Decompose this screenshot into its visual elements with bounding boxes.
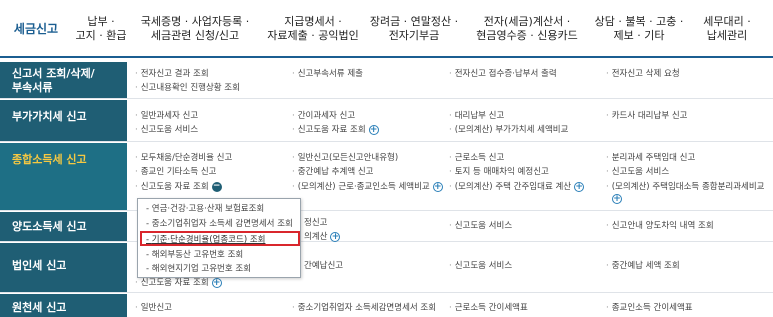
link-corp-help-data[interactable]: 신고도움 자료 조회+ (135, 277, 222, 289)
tab-tax-filing[interactable]: 세금신고 (0, 0, 72, 58)
link-delete-request[interactable]: 전자신고 삭제 요청 (606, 68, 680, 80)
link-label: 신고도움 자료 조회 (140, 182, 209, 192)
link-sim-rental-plus[interactable]: + (612, 193, 622, 205)
link-interim-filing[interactable]: 간예납신고 (304, 260, 343, 272)
link-label: 신고도움 자료 조회 (297, 125, 366, 135)
plus-icon[interactable]: + (612, 193, 622, 204)
link-cg-guide[interactable]: 신고안내 양도차익 내역 조회 (606, 220, 714, 232)
plus-icon[interactable]: + (368, 124, 379, 135)
minus-icon[interactable]: − (211, 181, 222, 192)
link-general-taxpayer[interactable]: 일반과세자 신고 (135, 110, 198, 122)
link-withholding-general[interactable]: 일반신고 (135, 302, 172, 314)
highlight-box (140, 231, 300, 246)
link-e-filing-result[interactable]: 전자신고 결과 조회 (135, 68, 209, 80)
link-earned-income[interactable]: 근로소득 신고 (449, 152, 505, 164)
plus-icon[interactable]: + (330, 231, 341, 242)
link-preliminary-filing[interactable]: 정신고 (304, 217, 327, 229)
link-label: 의계산 (304, 232, 328, 242)
menu-row-capital-gains: 양도소득세 신고 정신고 의계산+ 신고도움 서비스 신고안내 양도차익 내역 … (0, 212, 773, 242)
link-interim-tax-lookup[interactable]: 중간예납 세액 조회 (606, 260, 680, 272)
plus-icon[interactable]: + (574, 181, 585, 192)
tab-payment-refund[interactable]: 납부 · 고지 · 환급 (72, 0, 130, 58)
link-religious-income[interactable]: 종교인 기타소득 신고 (135, 166, 217, 178)
menu-row-vat: 부가가치세 신고 일반과세자 신고 간이과세자 신고 대리납부 신고 카드사 대… (0, 100, 773, 142)
link-card-proxy-payment[interactable]: 카드사 대리납부 신고 (606, 110, 688, 122)
menu-row-income-tax: 종합소득세 신고 모두채움/단순경비율 신고 일반신고(모든신고안내유형) 근로… (0, 143, 773, 211)
category-withholding[interactable]: 원천세 신고 (0, 294, 127, 317)
dropdown-item-sme-exemption[interactable]: 중소기업취업자 소득세 감면명세서 조회 (146, 218, 293, 230)
link-income-help-data[interactable]: 신고도움 자료 조회− (135, 181, 222, 193)
dropdown-item-overseas-company[interactable]: 해외현지기업 고유번호 조회 (146, 263, 251, 275)
link-print-receipt[interactable]: 전자신고 접수증·납부서 출력 (449, 68, 557, 80)
tab-electronic-invoices[interactable]: 전자(세금)계산서 · 현금영수증 · 신용카드 (462, 0, 592, 58)
link-proxy-payment[interactable]: 대리납부 신고 (449, 110, 505, 122)
tab-incentives-year-end[interactable]: 장려금 · 연말정산 · 전자기부금 (366, 0, 462, 58)
link-cg-simulation[interactable]: 의계산 + (304, 231, 341, 243)
link-sim-earned-religious[interactable]: (모의계산) 근로·종교인소득 세액비교+ (292, 181, 443, 193)
link-label: (모의계산) 주택 간주임대료 계산 (454, 182, 572, 192)
dropdown-item-overseas-property[interactable]: 해외부동산 고유번호 조회 (146, 249, 243, 261)
link-sim-deemed-rent[interactable]: (모의계산) 주택 간주임대료 계산+ (449, 181, 585, 193)
link-income-filing-help[interactable]: 신고도움 서비스 (606, 166, 669, 178)
plus-icon[interactable]: + (432, 181, 443, 192)
link-land-sale-profit[interactable]: 토지 등 매매차익 예정신고 (449, 166, 549, 178)
dropdown-item-insurance[interactable]: 연금·건강·고용·산재 보험료조회 (146, 203, 264, 215)
menu-row-withholding: 원천세 신고 일반신고 중소기업취업자 소득세감면명세서 조회 근로소득 간이세… (0, 294, 773, 317)
menu-row-corporate-tax: 법인세 신고 간예납신고 신고도움 서비스 중간예납 세액 조회 신고도움 자료… (0, 243, 773, 293)
tab-certificates-registration[interactable]: 국세증명 · 사업자등록 · 세금관련 신청/신고 (130, 0, 260, 58)
category-capital-gains[interactable]: 양도소득세 신고 (0, 212, 127, 241)
link-filing-help[interactable]: 신고도움 서비스 (135, 124, 198, 136)
category-filing-lookup[interactable]: 신고서 조회/삭제/ 부속서류 (0, 62, 127, 98)
link-vat-simulation[interactable]: (모의계산) 부가가치세 세액비교 (449, 124, 569, 136)
link-earned-income-table[interactable]: 근로소득 간이세액표 (449, 302, 528, 314)
link-filing-help-data[interactable]: 신고도움 자료 조회+ (292, 124, 379, 136)
link-label: 신고도움 자료 조회 (140, 278, 209, 288)
link-corp-filing-help[interactable]: 신고도움 서비스 (449, 260, 512, 272)
link-religious-income-table[interactable]: 종교인소득 간이세액표 (606, 302, 693, 314)
link-submit-attachments[interactable]: 신고부속서류 제출 (292, 68, 363, 80)
category-income-tax[interactable]: 종합소득세 신고 (0, 143, 127, 210)
link-general-filing[interactable]: 일반신고(모든신고안내유형) (292, 152, 398, 164)
link-interim-estimate[interactable]: 중간예납 추계액 신고 (292, 166, 374, 178)
tab-tax-agent[interactable]: 세무대리 · 납세관리 (686, 0, 768, 58)
link-confirmation-status[interactable]: 신고내용확인 진행상황 조회 (135, 82, 240, 94)
menu-row-filing-lookup: 신고서 조회/삭제/ 부속서류 전자신고 결과 조회 신고부속서류 제출 전자신… (0, 62, 773, 99)
tab-payment-statements[interactable]: 지급명세서 · 자료제출 · 공익법인 (260, 0, 366, 58)
top-navigation: 세금신고 납부 · 고지 · 환급 국세증명 · 사업자등록 · 세금관련 신청… (0, 0, 773, 58)
plus-icon[interactable]: + (211, 277, 222, 288)
link-simplified-taxpayer[interactable]: 간이과세자 신고 (292, 110, 355, 122)
link-sim-rental-comparison[interactable]: (모의계산) 주택임대소득 종합분리과세비교 (606, 181, 765, 193)
category-vat[interactable]: 부가가치세 신고 (0, 100, 127, 141)
category-corporate-tax[interactable]: 법인세 신고 (0, 243, 127, 292)
tab-consultation-appeals[interactable]: 상담 · 불복 · 고충 · 제보 · 기타 (592, 0, 686, 58)
link-separate-rental[interactable]: 분리과세 주택임대 신고 (606, 152, 696, 164)
link-label: (모의계산) 근로·종교인소득 세액비교 (297, 182, 430, 192)
link-cg-filing-help[interactable]: 신고도움 서비스 (449, 220, 512, 232)
link-prefilled-filing[interactable]: 모두채움/단순경비율 신고 (135, 152, 233, 164)
link-sme-exemption[interactable]: 중소기업취업자 소득세감면명세서 조회 (292, 302, 436, 314)
